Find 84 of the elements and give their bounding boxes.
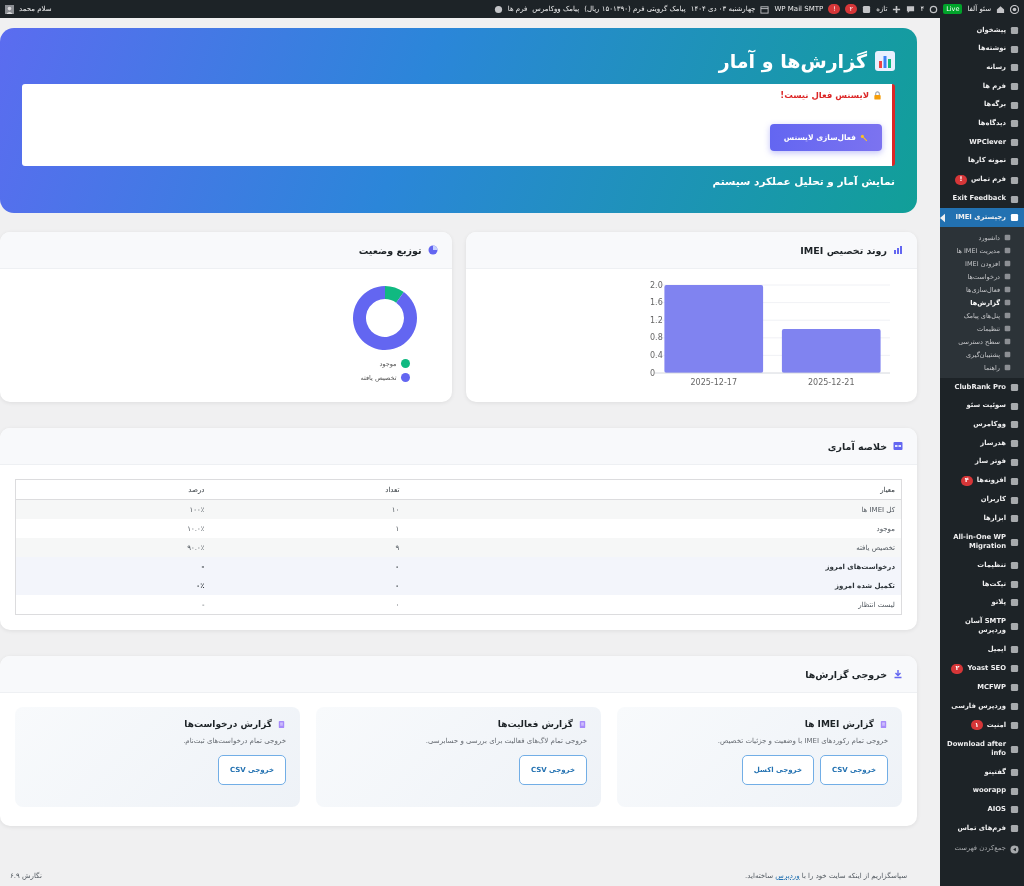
calendar-icon <box>760 4 770 14</box>
square-icon <box>1010 701 1019 711</box>
bar-chart-icon <box>875 51 895 71</box>
page-subtitle: نمایش آمار و تحلیل عملکرد سیستم <box>711 175 895 187</box>
square-icon <box>1010 457 1019 467</box>
card-title: خلاصه آماری <box>827 440 887 452</box>
square-icon <box>1004 312 1011 320</box>
page-title: گزارش‌ها و آمار <box>718 50 867 72</box>
card-title: خروجی گزارش‌ها <box>805 668 887 680</box>
lock-icon <box>873 90 882 100</box>
logo-icon[interactable] <box>1010 4 1019 14</box>
square-icon <box>1010 119 1019 129</box>
license-warning-text: لایسنس فعال نیست! <box>780 90 869 100</box>
table-icon <box>893 441 903 451</box>
document-icon <box>879 719 888 729</box>
document-icon <box>578 719 587 729</box>
square-icon <box>1010 805 1019 815</box>
square-icon <box>1010 786 1019 796</box>
square-icon <box>1010 63 1019 73</box>
card-title: روند تخصیص IMEI <box>800 244 887 256</box>
square-icon <box>1010 824 1019 834</box>
pie-chart-icon <box>427 245 438 255</box>
axis-category-label: 2025-12-21 <box>808 378 855 387</box>
square-icon <box>1010 720 1019 730</box>
square-icon <box>1010 598 1019 608</box>
square-icon <box>1004 260 1011 268</box>
square-icon <box>1004 338 1011 346</box>
play-circle-icon <box>1010 844 1019 854</box>
square-icon <box>1010 645 1019 655</box>
square-icon <box>1010 100 1019 110</box>
square-icon <box>1004 286 1011 294</box>
square-icon <box>1010 194 1019 204</box>
square-icon <box>1010 476 1019 486</box>
plugin-icon[interactable] <box>862 4 872 14</box>
axis-tick-label: 0 <box>650 368 656 378</box>
download-icon <box>893 669 903 679</box>
refresh-icon[interactable] <box>929 4 939 14</box>
square-icon <box>1004 234 1011 242</box>
square-icon <box>1004 364 1011 372</box>
square-icon <box>1004 247 1011 255</box>
square-icon <box>1010 621 1019 631</box>
document-icon <box>277 719 286 729</box>
axis-tick-label: 1.6 <box>650 298 663 308</box>
square-icon <box>1004 351 1011 359</box>
key-icon <box>860 133 868 142</box>
report-title: گزارش فعالیت‌ها <box>497 719 573 729</box>
pointer-icon <box>940 213 945 224</box>
circle-icon <box>493 4 503 14</box>
square-icon <box>1010 44 1019 54</box>
square-icon <box>1010 156 1019 166</box>
report-title: گزارش درخواست‌ها <box>184 719 272 729</box>
card-title: توزیع وضعیت <box>358 244 422 256</box>
square-icon <box>1010 514 1019 524</box>
axis-tick-label: 0.4 <box>650 350 663 360</box>
square-icon <box>1010 744 1019 754</box>
square-icon <box>1004 299 1011 307</box>
square-icon <box>1010 537 1019 547</box>
axis-tick-label: 2.0 <box>650 280 663 290</box>
square-icon <box>1010 137 1019 147</box>
report-title: گزارش IMEI ها <box>804 719 874 729</box>
square-icon <box>1010 81 1019 91</box>
square-icon <box>1010 495 1019 505</box>
axis-category-label: 2025-12-17 <box>690 378 737 387</box>
square-icon <box>1010 25 1019 35</box>
axis-tick-label: 0.8 <box>650 333 663 343</box>
square-icon <box>1010 213 1019 223</box>
plus-icon[interactable] <box>892 4 902 14</box>
square-icon <box>1010 561 1019 571</box>
home-icon[interactable] <box>996 4 1005 14</box>
square-icon <box>1010 420 1019 430</box>
square-icon <box>1010 382 1019 392</box>
bar-chart-icon <box>893 245 903 255</box>
axis-tick-label: 1.2 <box>650 315 663 325</box>
comment-icon[interactable] <box>906 4 916 14</box>
square-icon <box>1004 273 1011 281</box>
square-icon <box>1010 767 1019 777</box>
square-icon <box>1010 683 1019 693</box>
square-icon <box>1010 401 1019 411</box>
avatar-icon <box>5 4 14 14</box>
square-icon <box>1010 664 1019 674</box>
square-icon <box>1010 438 1019 448</box>
square-icon <box>1010 175 1019 185</box>
square-icon <box>1010 579 1019 589</box>
square-icon <box>1004 325 1011 333</box>
